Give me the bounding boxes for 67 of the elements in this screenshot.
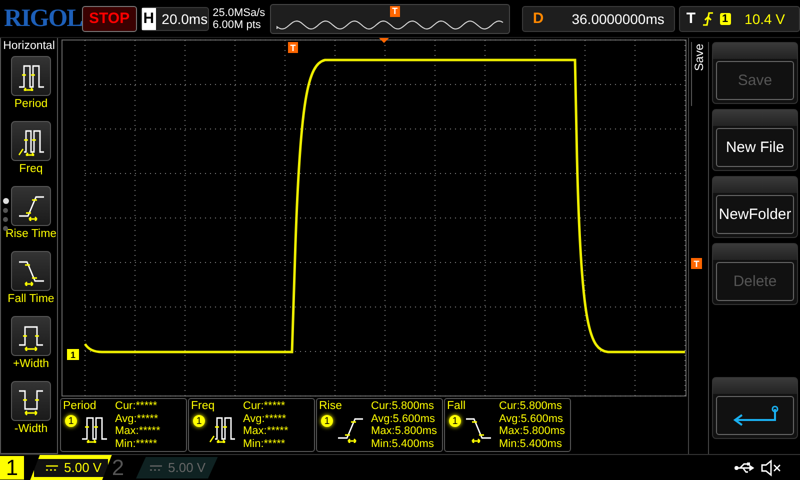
measure-button[interactable] xyxy=(11,121,51,161)
menu-button[interactable]: NewFolder xyxy=(716,195,794,234)
measure-button[interactable] xyxy=(11,186,51,226)
measure-label[interactable]: -Width xyxy=(14,423,48,435)
measurement-name: Period xyxy=(63,400,98,413)
trigger-time-marker: T xyxy=(288,42,298,53)
dc-coupling-icon xyxy=(150,464,162,472)
measurement-value: Min:***** xyxy=(243,438,286,450)
measure-label[interactable]: Fall Time xyxy=(8,293,54,305)
delay-value: 36.0000000ms xyxy=(572,10,664,26)
trigger-position-marker: T xyxy=(390,6,400,16)
measurement-value: Cur:***** xyxy=(243,400,286,412)
memory-depth: 6.00M pts xyxy=(212,18,262,30)
measurement-name: Fall xyxy=(447,400,467,413)
measure-button[interactable] xyxy=(11,56,51,96)
sample-rate: 25.0MSa/s xyxy=(212,6,266,18)
measure-label[interactable]: +Width xyxy=(12,358,50,370)
trigger-source: 1 xyxy=(720,12,731,24)
channel-badge: 1 xyxy=(65,415,77,427)
menu-title: Save xyxy=(691,42,706,106)
measurement-value: Cur:5.800ms xyxy=(499,400,563,412)
measurement-value: Avg:5.600ms xyxy=(371,412,436,425)
run-status[interactable]: STOP xyxy=(82,6,137,32)
back-button[interactable] xyxy=(716,396,794,435)
channel-scale: 5.00 V xyxy=(64,460,102,475)
trigger-label: T xyxy=(686,10,696,27)
measurement-value: Min:5.400ms xyxy=(371,438,435,450)
measurement-value: Max:***** xyxy=(115,425,162,438)
measure-button[interactable] xyxy=(11,251,51,291)
dc-coupling-icon xyxy=(46,464,58,472)
delay-panel[interactable]: D 36.0000000ms xyxy=(522,6,676,32)
measure-label[interactable]: Rise Time xyxy=(5,228,57,240)
channel-scale: 5.00 V xyxy=(168,460,206,475)
measurement-value: Max:***** xyxy=(243,425,290,438)
timebase-panel[interactable]: H 20.0ms xyxy=(140,6,209,30)
usb-icon xyxy=(734,460,756,474)
measure-button[interactable] xyxy=(11,381,51,421)
channel-badge: 1 xyxy=(193,415,205,427)
measurement-value: Max:5.800ms xyxy=(371,425,438,438)
measurement-value: Max:5.800ms xyxy=(499,425,566,438)
measurement-value: Min:5.400ms xyxy=(499,438,563,450)
channel-badge: 1 xyxy=(321,415,333,427)
measure-button[interactable] xyxy=(11,316,51,356)
channel-marker: 1 xyxy=(67,349,79,360)
trigger-level-marker: T xyxy=(691,258,702,269)
trigger-level: 10.4 V xyxy=(744,10,786,26)
delay-label: D xyxy=(532,10,544,27)
trigger-panel[interactable]: T 1 10.4 V xyxy=(679,6,800,32)
measurement-value: Avg:***** xyxy=(115,412,160,425)
menu-button[interactable]: New File xyxy=(716,128,794,167)
channel-number[interactable]: 1 xyxy=(0,456,24,480)
measurement-name: Rise xyxy=(319,400,344,413)
measure-label[interactable]: Period xyxy=(14,98,48,110)
channel-badge: 1 xyxy=(449,415,461,427)
measurement-name: Freq xyxy=(191,400,216,413)
menu-title: Horizontal xyxy=(2,39,56,54)
measurement-value: Cur:5.800ms xyxy=(371,400,435,412)
measurement-value: Avg:***** xyxy=(243,412,288,425)
timebase-label: H xyxy=(142,8,156,30)
measurement-value: Avg:5.600ms xyxy=(499,412,564,425)
measurement-value: Min:***** xyxy=(115,438,158,450)
measurement-value: Cur:***** xyxy=(115,400,158,412)
measure-label[interactable]: Freq xyxy=(19,163,43,175)
mute-icon xyxy=(760,458,782,476)
rising-edge-icon xyxy=(702,10,714,26)
timebase-value: 20.0ms xyxy=(162,10,208,26)
channel-scale-panel[interactable]: 5.00 V xyxy=(30,454,112,480)
